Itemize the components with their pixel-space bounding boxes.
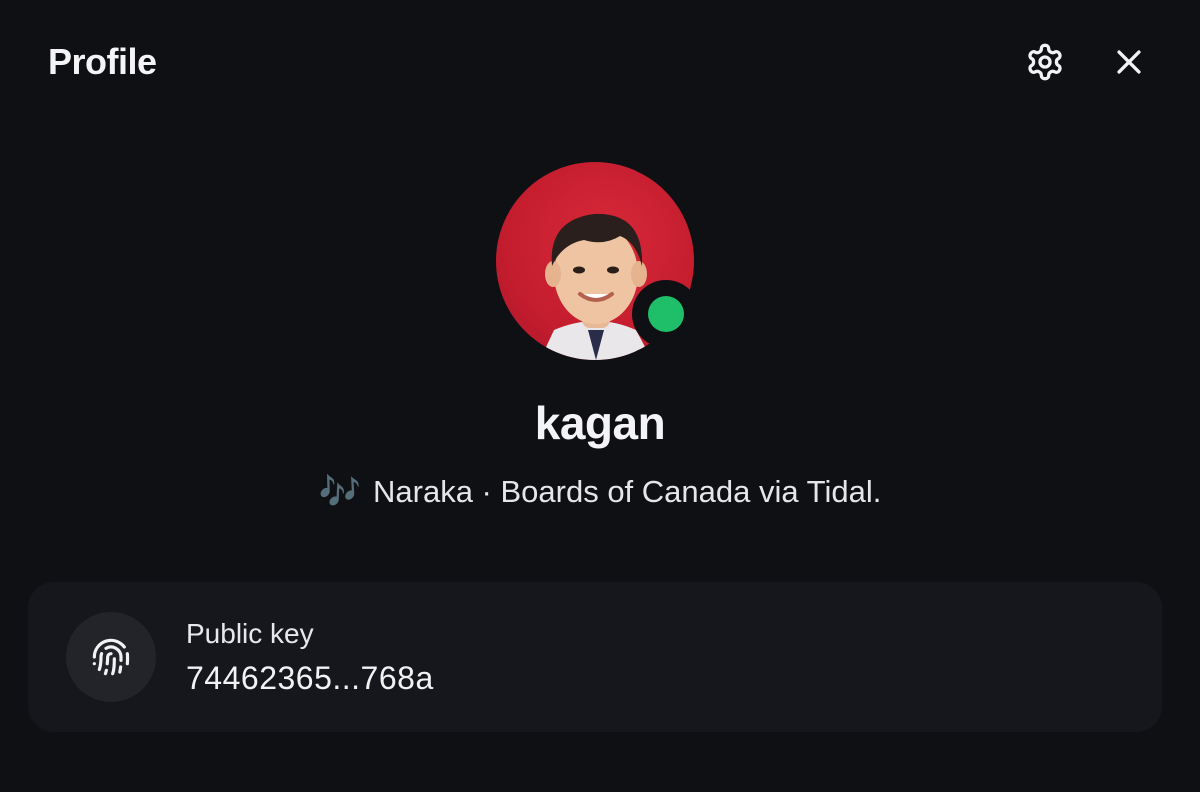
status-indicator <box>632 280 700 348</box>
page-title: Profile <box>48 41 157 82</box>
header: Profile <box>48 36 1152 88</box>
now-playing: 🎶 Naraka · Boards of Canada via Tidal. <box>0 474 1200 510</box>
username: kagan <box>534 397 666 449</box>
public-key-label: Public key <box>186 617 314 649</box>
music-notes-icon: 🎶 <box>318 473 361 511</box>
online-status-dot <box>648 296 684 332</box>
public-key-text: Public key 74462365...768a <box>186 618 434 697</box>
public-key-card[interactable]: Public key 74462365...768a <box>28 582 1162 732</box>
avatar-container <box>496 162 700 362</box>
close-button[interactable] <box>1106 39 1152 85</box>
now-playing-text: Naraka · Boards of Canada via Tidal. <box>373 474 882 509</box>
public-key-value[interactable]: 74462365...768a <box>186 660 434 697</box>
header-actions <box>1022 39 1152 85</box>
settings-button[interactable] <box>1022 39 1068 85</box>
gear-icon <box>1028 43 1062 81</box>
profile-panel: Profile kagan 🎶 Naraka · Boards of Canad… <box>0 0 1200 792</box>
fingerprint-icon-container <box>66 612 156 702</box>
fingerprint-icon <box>92 638 130 676</box>
close-icon <box>1117 50 1141 74</box>
